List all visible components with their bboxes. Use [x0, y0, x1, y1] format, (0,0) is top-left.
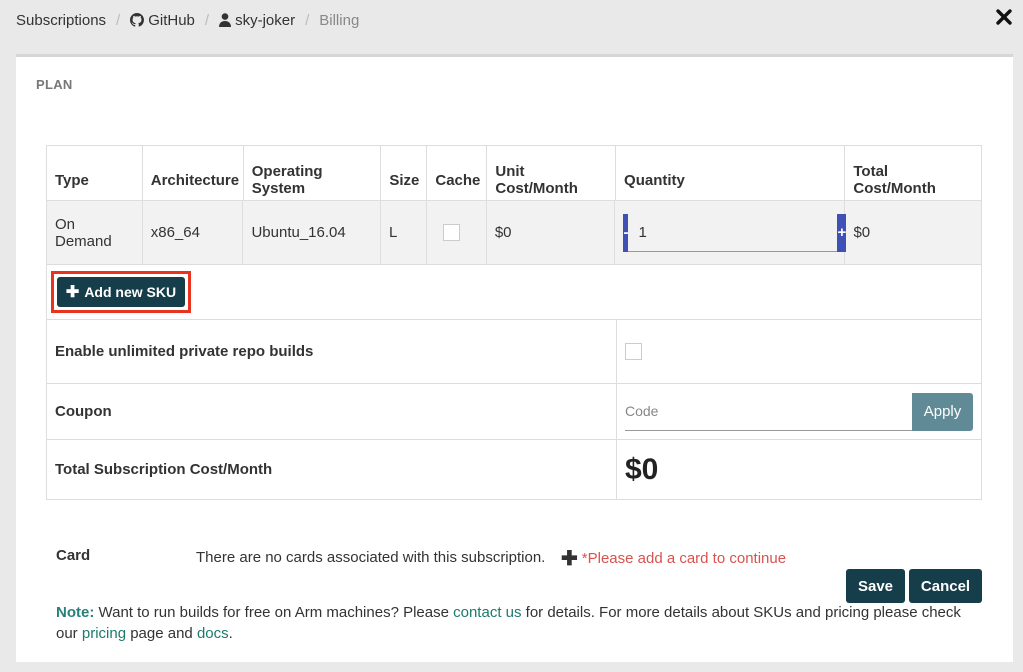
add-new-sku-button[interactable]: ✚ Add new SKU [57, 277, 185, 307]
total-label: Total Subscription Cost/Month [47, 440, 617, 499]
breadcrumb-billing: Billing [319, 11, 360, 29]
column-header-os: Operating System [244, 146, 382, 200]
note-text-part: . [228, 625, 233, 642]
plan-table: Type Architecture Operating System Size … [46, 145, 982, 500]
pricing-link[interactable]: pricing [82, 625, 126, 642]
note-prefix: Note: [56, 604, 95, 621]
cache-checkbox[interactable] [442, 224, 460, 241]
unlimited-builds-cell [617, 320, 981, 383]
quantity-input[interactable] [628, 213, 838, 252]
breadcrumb-github[interactable]: GitHub [130, 12, 195, 29]
cancel-button[interactable]: Cancel [909, 569, 982, 603]
apply-coupon-button[interactable]: Apply [912, 392, 973, 431]
coupon-row: Coupon Apply [47, 384, 981, 440]
unlimited-builds-checkbox[interactable] [625, 343, 642, 360]
total-row: Total Subscription Cost/Month $0 [47, 440, 981, 499]
unlimited-builds-label: Enable unlimited private repo builds [47, 320, 617, 383]
contact-us-link[interactable]: contact us [453, 604, 521, 621]
plan-panel: PLAN Type Architecture Operating System … [16, 54, 1013, 662]
add-sku-highlight: ✚ Add new SKU [51, 271, 191, 313]
docs-link[interactable]: docs [197, 625, 229, 642]
column-header-architecture: Architecture [143, 146, 244, 200]
close-icon[interactable] [995, 8, 1013, 26]
sku-size: L [381, 201, 427, 264]
breadcrumb-subscriptions[interactable]: Subscriptions [16, 12, 106, 29]
column-header-type: Type [47, 146, 143, 200]
sku-cache-cell [427, 201, 487, 264]
sku-total-cost: $0 [853, 224, 871, 241]
column-header-quantity: Quantity [616, 146, 846, 200]
note-text: Note: Want to run builds for free on Arm… [56, 602, 976, 644]
unlimited-builds-row: Enable unlimited private repo builds [47, 320, 981, 384]
table-header-row: Type Architecture Operating System Size … [47, 146, 981, 201]
column-header-cache: Cache [427, 146, 488, 200]
plus-icon: ✚ [561, 548, 578, 570]
sku-os: Ubuntu_16.04 [243, 201, 382, 264]
user-icon [219, 13, 232, 27]
add-new-sku-label: Add new SKU [84, 284, 177, 300]
breadcrumb-separator: / [305, 11, 310, 29]
breadcrumb: Subscriptions / GitHub / sky-joker / Bil… [16, 10, 359, 30]
column-header-size: Size [381, 146, 428, 200]
sku-unit-cost: $0 [487, 201, 616, 264]
add-card-prompt: *Please add a card to continue [581, 550, 787, 567]
table-row: On Demand x86_64 Ubuntu_16.04 L $0 - + $… [47, 201, 981, 265]
note-text-part: page and [126, 625, 197, 642]
note-text-part: Want to run builds for free on Arm machi… [94, 604, 454, 621]
breadcrumb-separator: / [116, 11, 121, 29]
breadcrumb-github-label: GitHub [148, 11, 195, 29]
sku-quantity-cell: - + [615, 201, 847, 264]
breadcrumb-account-label: sky-joker [235, 11, 296, 29]
plus-icon: ✚ [65, 284, 80, 301]
add-card-link[interactable]: ✚ *Please add a card to continue [561, 546, 786, 571]
sku-architecture: x86_64 [143, 201, 244, 264]
total-value: $0 [625, 452, 659, 486]
plan-heading: PLAN [36, 77, 73, 92]
column-header-total-cost: Total Cost/Month [853, 163, 936, 197]
card-label: Card [56, 547, 91, 564]
save-button[interactable]: Save [846, 569, 905, 603]
sku-type: On Demand [47, 201, 143, 264]
add-sku-row: ✚ Add new SKU [47, 265, 981, 320]
coupon-label: Coupon [47, 384, 617, 439]
column-header-unit-cost: Unit Cost/Month [487, 146, 617, 200]
breadcrumb-separator: / [204, 11, 210, 29]
coupon-cell: Apply [617, 384, 981, 439]
coupon-field-group: Apply [625, 392, 973, 431]
breadcrumb-account[interactable]: sky-joker [219, 12, 295, 29]
github-icon [130, 13, 145, 27]
card-message: There are no cards associated with this … [196, 549, 546, 566]
quantity-stepper: - + [623, 213, 847, 252]
coupon-code-input[interactable] [625, 392, 912, 431]
